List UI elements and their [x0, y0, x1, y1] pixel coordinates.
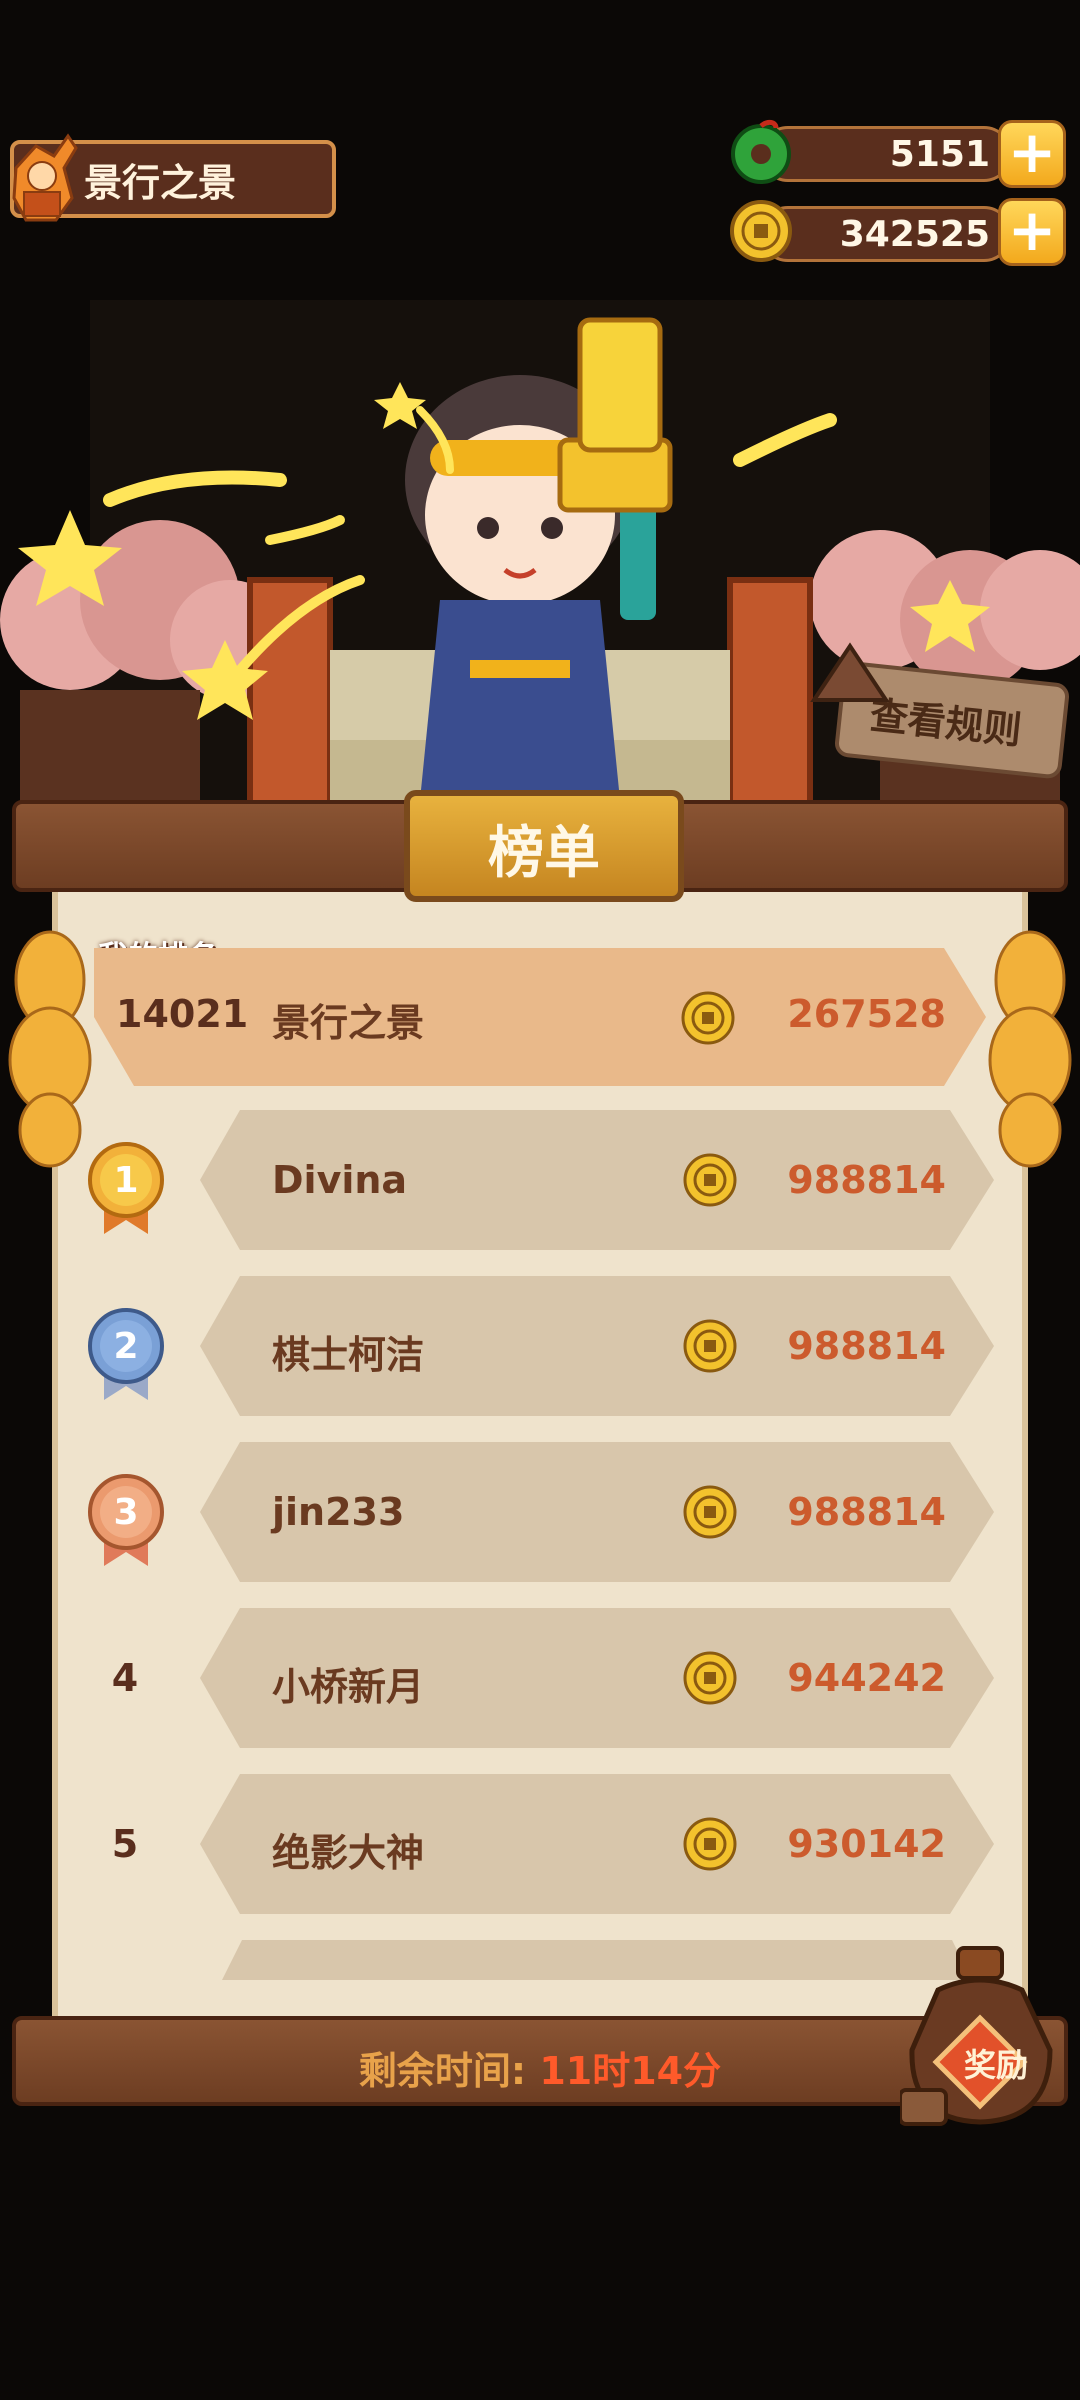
board-title: 榜单	[488, 821, 600, 886]
remaining-time-value: 11时14分	[539, 2049, 722, 2093]
jade-value: 5151	[889, 134, 990, 175]
rank-number: 5	[111, 1822, 139, 1866]
row-score: 988814	[787, 1158, 946, 1202]
add-jade-button[interactable]: +	[998, 120, 1066, 188]
my-rank-score: 267528	[787, 992, 946, 1036]
reward-jar-button[interactable]	[900, 1940, 1070, 2130]
row-score: 988814	[787, 1324, 946, 1368]
coin-value: 342525	[839, 214, 990, 255]
row-name: jin233	[272, 1490, 405, 1534]
coin-icon	[730, 200, 792, 262]
my-rank-row[interactable]: 14021 景行之景 267528	[94, 948, 986, 1086]
leaderboard-row[interactable]: 绝影大神 930142	[200, 1774, 994, 1914]
my-rank-number: 14021	[116, 992, 249, 1036]
my-rank-name: 景行之景	[272, 1001, 425, 1045]
player-avatar-icon[interactable]	[6, 128, 84, 224]
row-name: 棋士柯洁	[272, 1333, 425, 1377]
reward-label[interactable]: 奖励	[948, 2040, 1044, 2086]
rank-number: 3	[113, 1492, 139, 1533]
leaderboard-row[interactable]: 棋士柯洁 988814	[200, 1276, 994, 1416]
corn-left-icon	[8, 930, 92, 1168]
leaderboard-row[interactable]: Divina 988814	[200, 1110, 994, 1250]
player-name: 景行之景	[84, 161, 237, 205]
hat-icon	[810, 642, 890, 702]
row-score: 988814	[787, 1490, 946, 1534]
leaderboard-row-partial[interactable]	[222, 1940, 972, 1980]
leaderboard-row[interactable]: 小桥新月 944242	[200, 1608, 994, 1748]
row-name: Divina	[272, 1158, 408, 1202]
jade-icon	[731, 119, 791, 184]
add-coin-button[interactable]: +	[998, 198, 1066, 266]
corn-right-icon	[988, 930, 1072, 1168]
rank-number: 1	[113, 1160, 139, 1201]
rank-number: 4	[111, 1656, 139, 1700]
rank-number: 2	[113, 1326, 139, 1367]
row-name: 小桥新月	[272, 1665, 425, 1709]
remaining-time-label: 剩余时间:	[358, 2049, 540, 2093]
row-name: 绝影大神	[272, 1831, 425, 1875]
row-score: 944242	[787, 1656, 946, 1700]
row-score: 930142	[787, 1822, 946, 1866]
leaderboard-row[interactable]: jin233 988814	[200, 1442, 994, 1582]
